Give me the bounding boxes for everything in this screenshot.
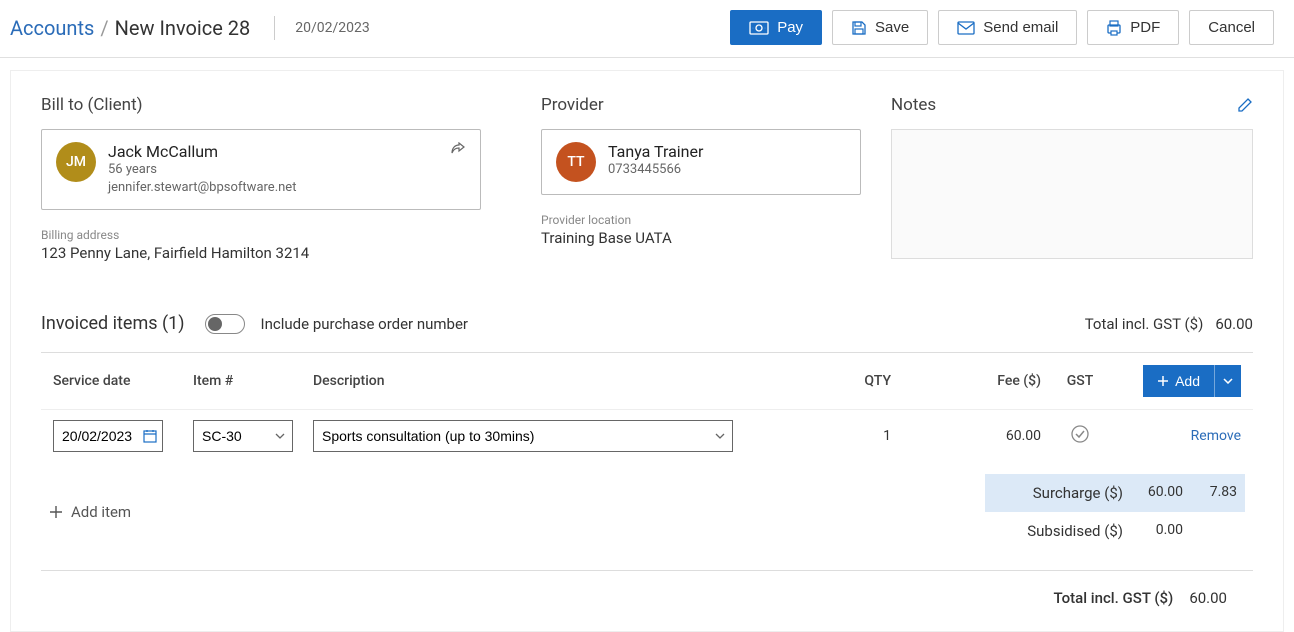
grand-total-value: 60.00 — [1189, 589, 1227, 607]
provider-phone: 0733445566 — [608, 161, 846, 179]
th-action: Add — [1115, 365, 1245, 397]
remove-link[interactable]: Remove — [1191, 428, 1241, 444]
th-item: Item # — [189, 373, 309, 389]
th-gst: GST — [1045, 373, 1115, 389]
description-select[interactable] — [313, 420, 733, 452]
totals-section: Surcharge ($) 60.00 7.83 Subsidised ($) … — [985, 474, 1245, 550]
gst-check-icon — [1049, 425, 1111, 443]
add-button-dropdown[interactable] — [1214, 365, 1241, 397]
invoice-card: Bill to (Client) JM Jack McCallum 56 yea… — [10, 70, 1284, 632]
pdf-button[interactable]: PDF — [1087, 10, 1179, 45]
fee-cell: 60.00 — [895, 428, 1045, 444]
item-code-select[interactable] — [193, 420, 293, 452]
cancel-label: Cancel — [1208, 19, 1255, 36]
th-qty: QTY — [775, 373, 895, 389]
pay-button-label: Pay — [777, 19, 803, 36]
calendar-button[interactable] — [141, 427, 159, 445]
money-icon — [749, 21, 769, 35]
send-email-label: Send email — [983, 19, 1058, 36]
subsidised-value: 0.00 — [1123, 522, 1183, 540]
add-item-label: Add item — [71, 503, 131, 521]
client-card[interactable]: JM Jack McCallum 56 years jennifer.stewa… — [41, 129, 481, 210]
calendar-icon — [143, 429, 157, 443]
surcharge-row: Surcharge ($) 60.00 7.83 — [985, 474, 1245, 512]
subsidised-label: Subsidised ($) — [993, 522, 1123, 540]
purchase-order-toggle-label: Include purchase order number — [261, 315, 468, 333]
provider-name: Tanya Trainer — [608, 142, 846, 161]
top-total-value: 60.00 — [1215, 315, 1253, 333]
grand-total-label: Total incl. GST ($) — [1054, 589, 1174, 607]
surcharge-gst: 7.83 — [1183, 484, 1237, 502]
edit-notes-button[interactable] — [1237, 97, 1253, 113]
notes-textarea[interactable] — [891, 129, 1253, 259]
invoiced-items-title: Invoiced items (1) — [41, 313, 185, 334]
send-email-button[interactable]: Send email — [938, 10, 1077, 45]
notes-section-label: Notes — [891, 95, 936, 115]
share-icon[interactable] — [450, 142, 466, 156]
surcharge-value: 60.00 — [1123, 484, 1183, 502]
header-date: 20/02/2023 — [274, 16, 370, 40]
grand-total-row: Total incl. GST ($) 60.00 — [41, 570, 1253, 607]
header-actions: Pay Save Send email PDF Cancel — [730, 10, 1274, 45]
cancel-button[interactable]: Cancel — [1189, 10, 1274, 45]
email-icon — [957, 21, 975, 35]
client-email: jennifer.stewart@bpsoftware.net — [108, 179, 438, 197]
qty-cell: 1 — [775, 428, 895, 444]
add-item-link[interactable]: Add item — [49, 503, 131, 521]
purchase-order-toggle[interactable] — [205, 314, 245, 334]
save-button[interactable]: Save — [832, 10, 928, 45]
page-header: Accounts / New Invoice 28 20/02/2023 Pay… — [0, 0, 1294, 58]
table-header-row: Service date Item # Description QTY Fee … — [41, 353, 1253, 409]
provider-card[interactable]: TT Tanya Trainer 0733445566 — [541, 129, 861, 195]
th-service-date: Service date — [49, 373, 189, 389]
client-section-label: Bill to (Client) — [41, 95, 541, 115]
breadcrumb-current: New Invoice 28 — [115, 16, 251, 40]
breadcrumb: Accounts / New Invoice 28 — [10, 16, 250, 40]
items-table: Service date Item # Description QTY Fee … — [41, 352, 1253, 607]
save-icon — [851, 20, 867, 36]
th-fee: Fee ($) — [895, 373, 1045, 389]
pdf-label: PDF — [1130, 19, 1160, 36]
add-button[interactable]: Add — [1143, 365, 1214, 397]
chevron-down-icon — [1223, 378, 1233, 384]
pencil-icon — [1237, 97, 1253, 113]
billing-address-value: 123 Penny Lane, Fairfield Hamilton 3214 — [41, 244, 541, 262]
plus-icon — [49, 505, 63, 519]
provider-avatar: TT — [556, 142, 596, 182]
billing-address-label: Billing address — [41, 228, 541, 242]
provider-section-label: Provider — [541, 95, 891, 115]
breadcrumb-root-link[interactable]: Accounts — [10, 16, 94, 40]
subsidised-row: Subsidised ($) 0.00 — [985, 512, 1245, 550]
add-button-label: Add — [1175, 373, 1200, 389]
th-description: Description — [309, 373, 775, 389]
client-avatar: JM — [56, 142, 96, 182]
surcharge-label: Surcharge ($) — [993, 484, 1123, 502]
breadcrumb-separator: / — [100, 16, 108, 40]
toggle-knob — [208, 317, 222, 331]
client-age: 56 years — [108, 161, 438, 179]
pdf-icon — [1106, 20, 1122, 36]
table-row: 1 60.00 Remove — [41, 409, 1253, 462]
plus-icon — [1157, 375, 1169, 387]
client-name: Jack McCallum — [108, 142, 438, 161]
provider-location-label: Provider location — [541, 213, 891, 227]
provider-location-value: Training Base UATA — [541, 229, 891, 247]
pay-button[interactable]: Pay — [730, 10, 822, 45]
save-button-label: Save — [875, 19, 909, 36]
top-total-label: Total incl. GST ($) — [1085, 315, 1204, 333]
